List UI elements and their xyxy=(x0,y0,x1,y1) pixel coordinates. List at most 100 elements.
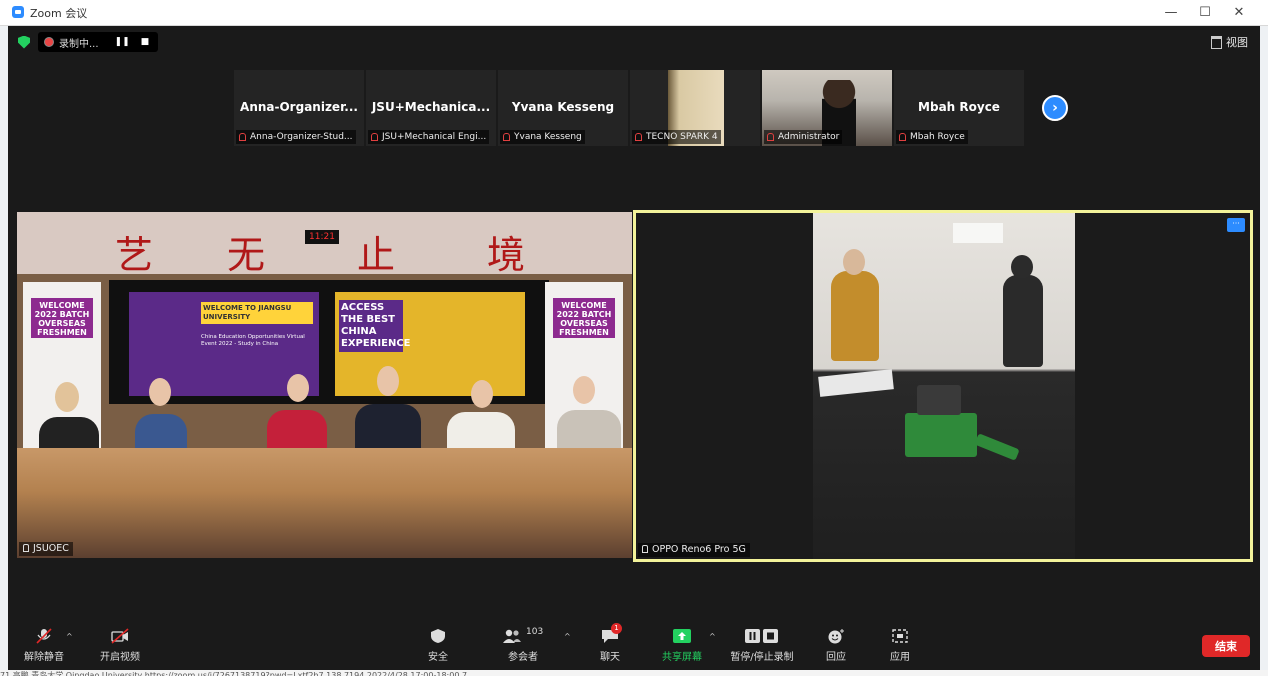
participant-tile[interactable]: Administrator xyxy=(762,70,892,146)
end-meeting-button[interactable]: 结束 xyxy=(1202,635,1250,657)
participant-display-title: JSU+Mechanica... xyxy=(371,100,491,114)
meeting-toolbar: 解除静音 ^ 开启视频 安全 103 参会者 ^ 1 聊天 共享屏幕 ^ 暂停/… xyxy=(8,622,1260,670)
share-screen-button[interactable]: 共享屏幕 xyxy=(652,628,712,663)
panelist-head xyxy=(573,376,595,404)
pin-icon xyxy=(642,545,648,553)
zoom-app-icon xyxy=(12,6,24,18)
security-shield-icon xyxy=(428,628,448,644)
participant-name-label: Anna-Organizer-Stud... xyxy=(236,130,356,144)
wall-clock: 11:21 xyxy=(305,230,339,244)
robot-arm xyxy=(974,433,1020,461)
panelist-head xyxy=(287,374,309,402)
wall-calligraphy: 无 xyxy=(227,233,266,277)
chat-label: 聊天 xyxy=(600,652,620,663)
record-controls-icon xyxy=(744,628,780,644)
participant-tile[interactable]: Yvana Kesseng Yvana Kesseng xyxy=(498,70,628,146)
participant-tile[interactable]: TECNO SPARK 4 xyxy=(630,70,760,146)
participant-tile[interactable]: JSU+Mechanica... JSU+Mechanical Engi... xyxy=(366,70,496,146)
apps-icon xyxy=(890,628,910,644)
panelist-head xyxy=(149,378,171,406)
participant-name-label: Administrator xyxy=(764,130,843,144)
start-video-button[interactable]: 开启视频 xyxy=(90,628,150,663)
next-page-arrow-icon[interactable]: › xyxy=(1042,95,1068,121)
participant-name-label: Yvana Kesseng xyxy=(500,130,585,144)
mic-muted-icon xyxy=(899,133,906,141)
window-title: Zoom 会议 xyxy=(30,7,88,20)
participants-label: 参会者 xyxy=(508,652,538,663)
recording-label: 录制中... xyxy=(59,38,99,50)
reactions-label: 回应 xyxy=(826,652,846,663)
audio-options-caret-icon[interactable]: ^ xyxy=(66,632,73,641)
unmute-button[interactable]: 解除静音 xyxy=(14,628,74,663)
mic-muted-icon xyxy=(239,133,246,141)
chat-button[interactable]: 1 聊天 xyxy=(580,623,640,663)
reaction-smiley-icon xyxy=(826,628,846,644)
robot-top xyxy=(917,385,961,415)
more-options-icon[interactable]: ··· xyxy=(1227,218,1245,232)
wall-calligraphy: 境 xyxy=(487,233,526,277)
recording-indicator: 录制中... ❚❚ ■ xyxy=(38,32,159,52)
reactions-button[interactable]: 回应 xyxy=(806,628,866,663)
participants-count: 103 xyxy=(526,627,544,637)
mic-muted-icon xyxy=(34,628,54,644)
screen-right-title: ACCESS THE BEST CHINA EXPERIENCE xyxy=(339,300,411,352)
pin-icon xyxy=(23,544,29,552)
meeting-topbar-left: 录制中... ❚❚ ■ xyxy=(18,32,159,52)
screen-right: ACCESS THE BEST CHINA EXPERIENCE xyxy=(335,292,525,396)
conference-table xyxy=(17,448,632,558)
video-name-label: OPPO Reno6 Pro 5G xyxy=(638,543,750,557)
mic-muted-icon xyxy=(371,133,378,141)
video-tile-oppo[interactable]: ··· OPPO Reno6 Pro 5G xyxy=(633,210,1253,562)
security-button[interactable]: 安全 xyxy=(408,628,468,663)
share-caret-icon[interactable]: ^ xyxy=(709,632,716,641)
screen-left-title: WELCOME TO JIANGSU UNIVERSITY xyxy=(201,302,313,324)
participant-name-label: TECNO SPARK 4 xyxy=(632,130,721,144)
robot-chassis xyxy=(905,413,977,457)
video-name-label: JSUOEC xyxy=(19,542,73,556)
participant-tile[interactable]: Mbah Royce Mbah Royce xyxy=(894,70,1024,146)
paper-sheet xyxy=(818,369,894,397)
participant-strip: Anna-Organizer... Anna-Organizer-Stud...… xyxy=(234,70,1024,146)
wall-calligraphy: 止 xyxy=(357,233,396,277)
share-screen-icon xyxy=(672,628,692,644)
maximize-button[interactable]: ☐ xyxy=(1188,2,1222,22)
mic-muted-icon xyxy=(767,133,774,141)
background-spreadsheet-row: 71 高鹏 青岛大学 Qingdao University https://zo… xyxy=(0,670,1268,676)
chat-bubble-icon: 1 xyxy=(600,623,622,644)
start-video-label: 开启视频 xyxy=(100,652,140,663)
meeting-window: 录制中... ❚❚ ■ 视图 Anna-Organizer... Anna-Or… xyxy=(8,26,1260,670)
minimize-button[interactable]: — xyxy=(1154,2,1188,22)
lab-scene xyxy=(813,213,1075,559)
pause-recording-button[interactable]: ❚❚ xyxy=(112,37,133,47)
video-tile-jsuoec[interactable]: 艺 无 止 境 11:21 WELCOME TO JIANGSU UNIVERS… xyxy=(17,212,632,558)
participant-name-label: Mbah Royce xyxy=(896,130,968,144)
chat-unread-badge: 1 xyxy=(611,623,622,634)
encryption-shield-icon[interactable] xyxy=(18,35,30,49)
recording-dot-icon xyxy=(44,37,54,47)
air-conditioner xyxy=(953,223,1003,243)
participant-display-title: Anna-Organizer... xyxy=(240,100,358,114)
close-button[interactable]: ✕ xyxy=(1222,2,1256,22)
student-person xyxy=(1003,275,1043,367)
pause-stop-recording-button[interactable]: 暂停/停止录制 xyxy=(730,628,794,663)
student-head xyxy=(843,249,865,275)
participant-display-title: Mbah Royce xyxy=(918,100,1000,114)
participant-display-title: Yvana Kesseng xyxy=(511,100,615,114)
stop-recording-button[interactable]: ■ xyxy=(138,37,153,47)
participant-tile[interactable]: Anna-Organizer... Anna-Organizer-Stud... xyxy=(234,70,364,146)
share-screen-label: 共享屏幕 xyxy=(662,652,702,663)
mic-muted-icon xyxy=(635,133,642,141)
vr-headset-icon xyxy=(1011,255,1033,279)
apps-button[interactable]: 应用 xyxy=(870,628,930,663)
panelist-head xyxy=(377,366,399,396)
view-button[interactable]: 视图 xyxy=(1211,34,1248,50)
participants-caret-icon[interactable]: ^ xyxy=(564,632,571,641)
unmute-label: 解除静音 xyxy=(24,652,64,663)
view-label: 视图 xyxy=(1226,36,1248,49)
participants-button[interactable]: 103 参会者 xyxy=(493,627,553,663)
student-person xyxy=(831,271,879,361)
screen-left-subtitle: China Education Opportunities Virtual Ev… xyxy=(201,334,305,347)
panelist-head xyxy=(471,380,493,408)
wall-calligraphy: 艺 xyxy=(115,233,154,277)
participant-name-label: JSU+Mechanical Engi... xyxy=(368,130,490,144)
